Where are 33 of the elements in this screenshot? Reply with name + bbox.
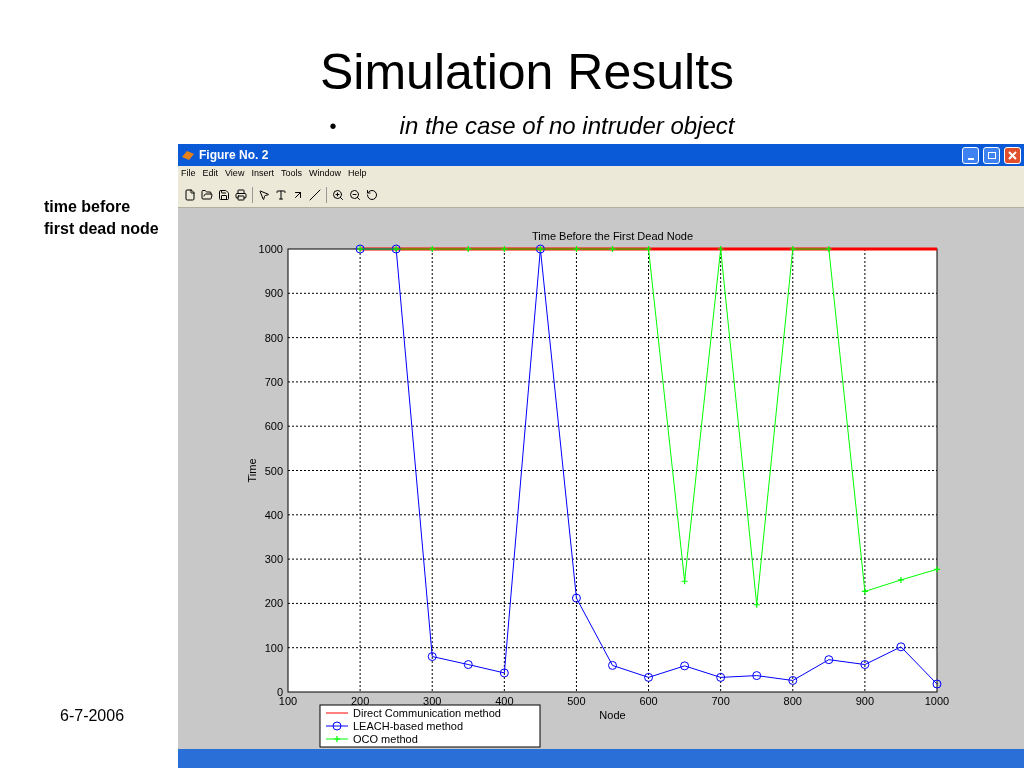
y-tick-label: 400 xyxy=(264,508,283,521)
x-tick-label: 200 xyxy=(350,695,370,707)
x-tick-label: 700 xyxy=(711,695,730,707)
y-tick-label: 0 xyxy=(276,686,283,698)
y-axis-label: Time xyxy=(246,458,258,483)
slide-title: Simulation Results xyxy=(319,43,735,102)
y-tick-label: 900 xyxy=(264,287,283,300)
x-tick-label: 300 xyxy=(423,695,442,707)
y-tick-label: 1000 xyxy=(258,243,283,255)
x-tick-label: 400 xyxy=(495,695,514,707)
slide-date: 6-7-2006 xyxy=(59,706,126,726)
y-tick-label: 200 xyxy=(264,597,283,610)
x-tick-label: 1000 xyxy=(924,695,950,707)
legend-label: LEACH-based method xyxy=(353,720,464,732)
y-tick-label: 600 xyxy=(264,420,283,433)
x-tick-label: 600 xyxy=(639,695,658,707)
chart-title: Time Before the First Dead Node xyxy=(532,230,693,242)
legend-label: OCO method xyxy=(353,733,418,745)
legend-label: Direct Communication method xyxy=(353,707,501,719)
y-tick-label: 100 xyxy=(264,641,283,654)
bullet-mark: • xyxy=(329,114,338,139)
x-tick-label: 800 xyxy=(783,695,802,707)
bullet-text: in the case of no intruder object xyxy=(399,111,735,141)
x-tick-label: 900 xyxy=(855,695,875,707)
y-tick-label: 700 xyxy=(264,375,283,388)
y-tick-label: 800 xyxy=(264,331,283,344)
x-tick-label: 500 xyxy=(567,695,586,707)
y-tick-label: 300 xyxy=(264,553,283,566)
x-axis-label: Node xyxy=(599,709,626,721)
window-title: Figure No. 2 xyxy=(199,147,270,164)
x-tick-label: 100 xyxy=(278,695,298,707)
y-tick-label: 500 xyxy=(264,464,283,477)
side-note: time before first dead node xyxy=(44,197,160,239)
